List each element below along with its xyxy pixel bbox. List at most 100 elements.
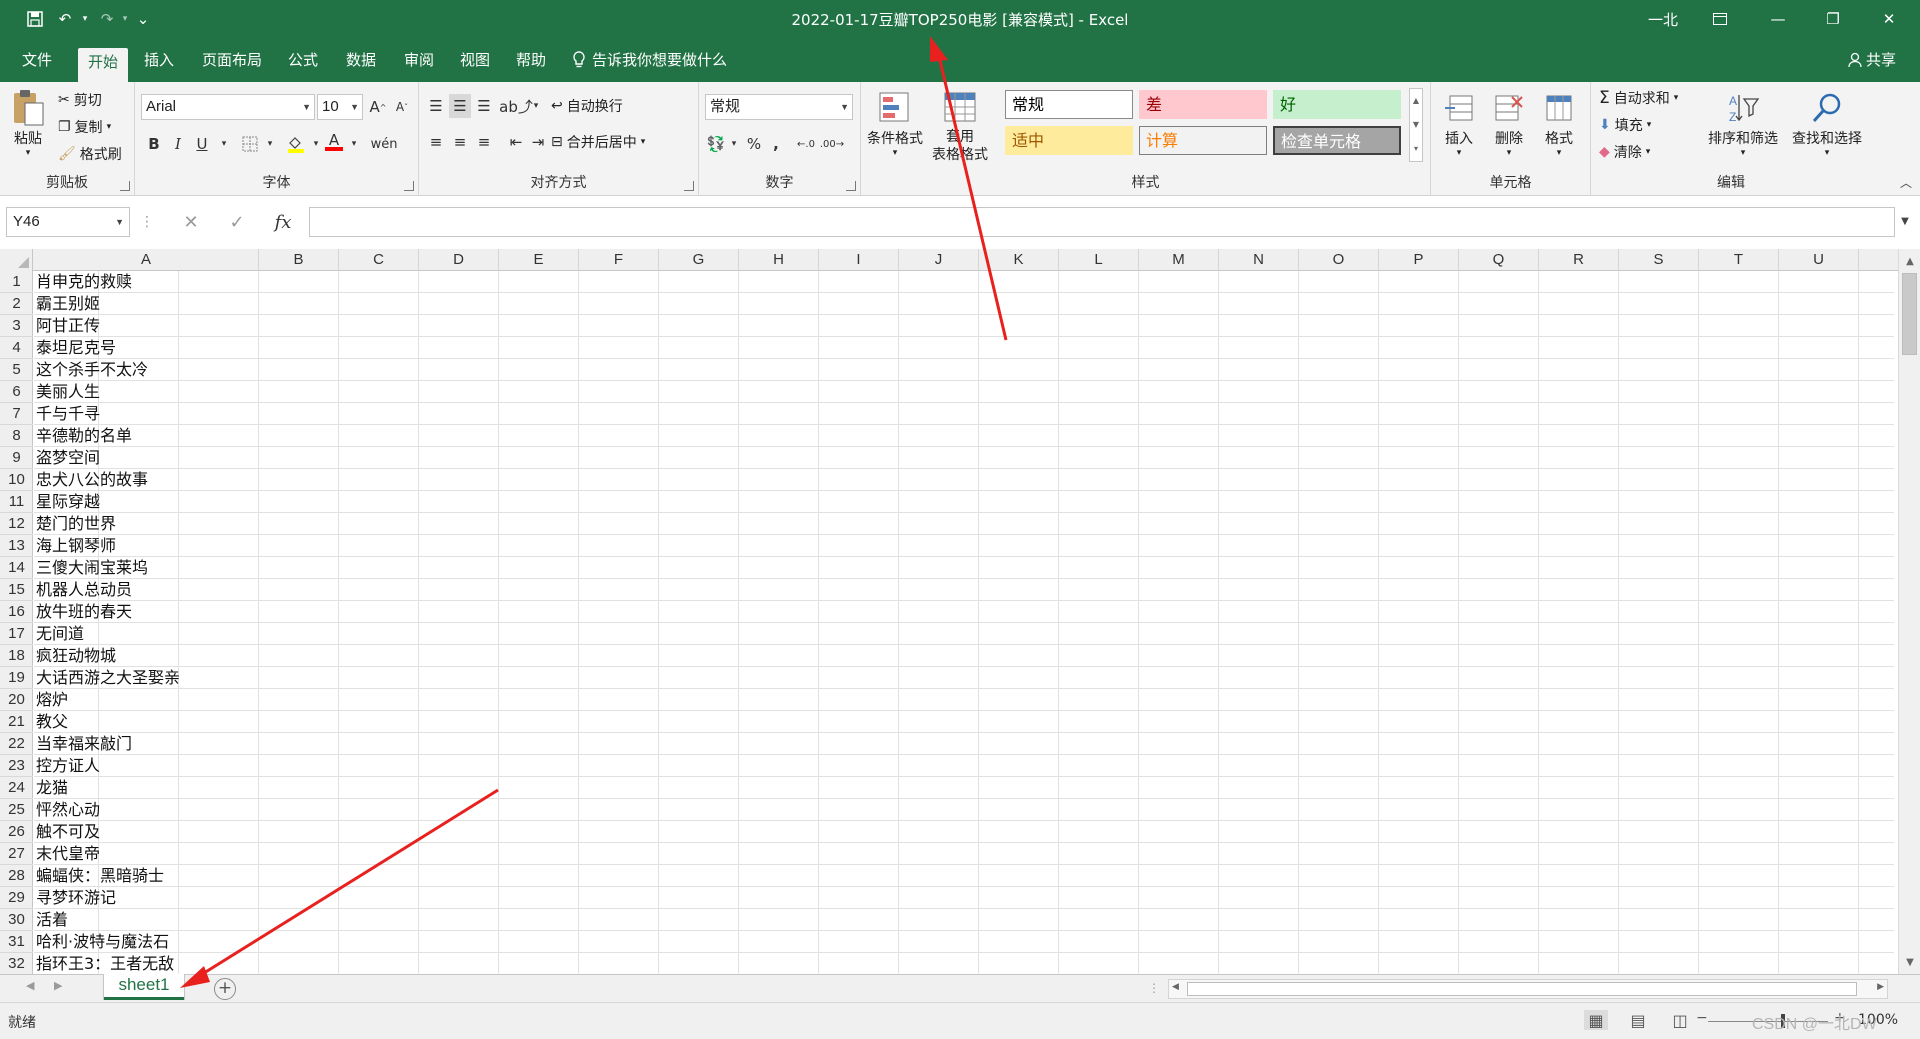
- row-header[interactable]: 4: [0, 337, 33, 359]
- column-header-i[interactable]: I: [819, 249, 899, 271]
- sort-filter-button[interactable]: AZ 排序和筛选 ▾: [1703, 88, 1783, 158]
- column-header-p[interactable]: P: [1379, 249, 1459, 271]
- next-sheet-icon[interactable]: ▶: [54, 979, 62, 992]
- cell-a[interactable]: 大话西游之大圣娶亲: [36, 667, 180, 689]
- share-button[interactable]: 共享: [1848, 46, 1896, 74]
- cell-a[interactable]: 海上钢琴师: [36, 535, 116, 557]
- cell-a[interactable]: 无间道: [36, 623, 84, 645]
- row-header[interactable]: 29: [0, 887, 33, 909]
- insert-function-button[interactable]: fx: [270, 210, 296, 234]
- cell-style-neutral[interactable]: 适中: [1005, 126, 1133, 155]
- column-header-l[interactable]: L: [1059, 249, 1139, 271]
- tell-me-search[interactable]: 告诉我你想要做什么: [572, 46, 727, 74]
- vertical-scroll-thumb[interactable]: [1902, 273, 1917, 355]
- cell-style-check-cell[interactable]: 检查单元格: [1273, 126, 1401, 155]
- minimize-button[interactable]: —: [1755, 0, 1801, 38]
- cell-a[interactable]: 星际穿越: [36, 491, 100, 513]
- currency-dropdown-icon[interactable]: ▾: [723, 132, 745, 156]
- align-bottom-icon[interactable]: ☰: [473, 94, 495, 118]
- number-launcher-icon[interactable]: [846, 181, 856, 191]
- insert-cells-button[interactable]: 插入 ▾: [1437, 88, 1481, 158]
- row-header[interactable]: 6: [0, 381, 33, 403]
- user-name[interactable]: 一北: [1648, 9, 1678, 30]
- clipboard-launcher-icon[interactable]: [120, 181, 130, 191]
- vertical-scrollbar[interactable]: ▲ ▼: [1898, 249, 1920, 974]
- grow-font-button[interactable]: A ^: [367, 95, 389, 119]
- percent-button[interactable]: %: [743, 132, 765, 156]
- confirm-entry-button[interactable]: ✓: [224, 210, 250, 234]
- row-header[interactable]: 31: [0, 931, 33, 953]
- font-name-select[interactable]: Arial ▼: [141, 94, 315, 120]
- autosum-button[interactable]: Σ 自动求和 ▾: [1599, 86, 1678, 110]
- cell-a[interactable]: 泰坦尼克号: [36, 337, 116, 359]
- restore-button[interactable]: ❐: [1810, 0, 1856, 38]
- cell-a[interactable]: 机器人总动员: [36, 579, 132, 601]
- font-color-button[interactable]: A: [323, 130, 345, 154]
- copy-dropdown-icon[interactable]: ▾: [107, 122, 112, 132]
- row-header[interactable]: 7: [0, 403, 33, 425]
- cell-a[interactable]: 这个杀手不太冷: [36, 359, 148, 381]
- copy-button[interactable]: ❐ 复制 ▾: [58, 115, 111, 139]
- cell-a[interactable]: 当幸福来敲门: [36, 733, 132, 755]
- add-sheet-button[interactable]: +: [214, 978, 236, 1000]
- row-header[interactable]: 3: [0, 315, 33, 337]
- row-header[interactable]: 30: [0, 909, 33, 931]
- align-right-icon[interactable]: ≡: [473, 130, 495, 154]
- increase-decimal-icon[interactable]: ←.0: [795, 132, 817, 156]
- column-header-t[interactable]: T: [1699, 249, 1779, 271]
- row-header[interactable]: 23: [0, 755, 33, 777]
- column-header-d[interactable]: D: [419, 249, 499, 271]
- column-header-q[interactable]: Q: [1459, 249, 1539, 271]
- cell-a[interactable]: 熔炉: [36, 689, 68, 711]
- row-header[interactable]: 25: [0, 799, 33, 821]
- cell-a[interactable]: 龙猫: [36, 777, 68, 799]
- column-header-r[interactable]: R: [1539, 249, 1619, 271]
- horizontal-scroll-thumb[interactable]: [1187, 982, 1857, 996]
- cut-button[interactable]: ✂ 剪切: [58, 88, 102, 112]
- row-header[interactable]: 28: [0, 865, 33, 887]
- row-header[interactable]: 11: [0, 491, 33, 513]
- column-header-n[interactable]: N: [1219, 249, 1299, 271]
- row-header[interactable]: 10: [0, 469, 33, 491]
- row-header[interactable]: 2: [0, 293, 33, 315]
- scroll-down-icon[interactable]: ▼: [1899, 954, 1920, 972]
- column-header-g[interactable]: G: [659, 249, 739, 271]
- align-left-icon[interactable]: ≡: [425, 130, 447, 154]
- cell-a[interactable]: 忠犬八公的故事: [36, 469, 148, 491]
- cell-a[interactable]: 美丽人生: [36, 381, 100, 403]
- shrink-font-button[interactable]: Aˇ: [391, 95, 413, 119]
- cell-style-normal[interactable]: 常规: [1005, 90, 1133, 119]
- cell-a[interactable]: 肖申克的救赎: [36, 271, 132, 293]
- tab-home[interactable]: 开始: [78, 48, 129, 82]
- borders-button[interactable]: [239, 132, 261, 156]
- cell-a[interactable]: 千与千寻: [36, 403, 100, 425]
- row-header[interactable]: 19: [0, 667, 33, 689]
- row-header[interactable]: 8: [0, 425, 33, 447]
- cell-a[interactable]: 霸王别姬: [36, 293, 100, 315]
- cell-style-good[interactable]: 好: [1273, 90, 1401, 119]
- column-header-e[interactable]: E: [499, 249, 579, 271]
- tab-insert[interactable]: 插入: [134, 46, 184, 78]
- collapse-ribbon-icon[interactable]: ︿: [1900, 174, 1912, 191]
- orientation-icon[interactable]: ab⤴: [499, 94, 533, 118]
- zoom-out-icon[interactable]: −: [1696, 1010, 1708, 1026]
- cell-style-bad[interactable]: 差: [1139, 90, 1267, 119]
- scroll-left-icon[interactable]: ◀: [1172, 982, 1179, 992]
- ribbon-display-options-icon[interactable]: [1697, 0, 1743, 38]
- row-header[interactable]: 22: [0, 733, 33, 755]
- cell-a[interactable]: 盗梦空间: [36, 447, 100, 469]
- font-size-select[interactable]: 10 ▼: [317, 94, 363, 120]
- underline-button[interactable]: U: [191, 132, 213, 156]
- paste-button[interactable]: 粘贴 ▾: [6, 88, 50, 158]
- cell-a[interactable]: 指环王3：王者无敌: [36, 953, 174, 974]
- column-header-a[interactable]: A: [34, 249, 259, 271]
- number-format-select[interactable]: 常规 ▼: [705, 94, 853, 120]
- borders-dropdown-icon[interactable]: ▾: [259, 132, 281, 156]
- cell-a[interactable]: 寻梦环游记: [36, 887, 116, 909]
- gallery-more-icon[interactable]: ▾: [1410, 137, 1422, 161]
- page-layout-view-icon[interactable]: ▤: [1626, 1010, 1650, 1030]
- align-center-icon[interactable]: ≡: [449, 130, 471, 154]
- formula-input[interactable]: [309, 207, 1895, 237]
- tab-data[interactable]: 数据: [336, 46, 386, 78]
- paste-dropdown-icon[interactable]: ▾: [26, 148, 31, 158]
